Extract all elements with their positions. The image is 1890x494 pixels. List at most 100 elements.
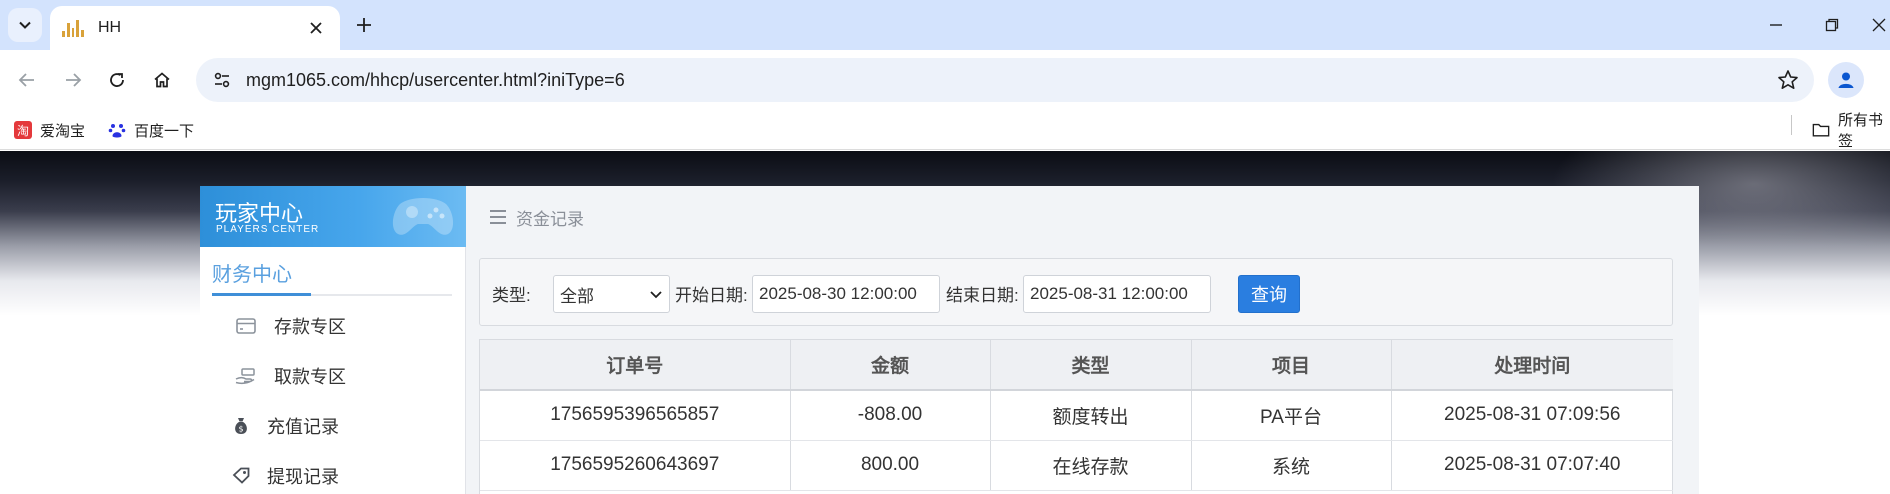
bookmark-star-button[interactable] (1776, 68, 1800, 92)
close-icon (310, 22, 322, 34)
close-window-button[interactable] (1872, 12, 1890, 38)
sidebar: 玩家中心 PLAYERS CENTER 财务中心 存款专区 取款专区 $ 充值记… (200, 186, 466, 494)
cell-order-no: 1756595396565857 (480, 390, 791, 441)
profile-button[interactable] (1828, 62, 1864, 98)
address-bar[interactable]: mgm1065.com/hhcp/usercenter.html?iniType… (196, 58, 1814, 102)
restore-button[interactable] (1818, 12, 1846, 38)
tune-icon (214, 72, 230, 88)
close-tab-button[interactable] (306, 18, 326, 38)
cell-item: PA平台 (1191, 390, 1392, 441)
chevron-down-icon (19, 21, 31, 29)
bookmark-label: 百度一下 (134, 122, 195, 140)
column-header-amount: 金额 (790, 340, 991, 391)
bookmark-label: 爱淘宝 (40, 122, 86, 140)
cell-amount: 800.00 (790, 440, 991, 491)
start-date-input[interactable] (752, 275, 940, 313)
sidebar-item-withdraw-records[interactable]: 提现记录 (200, 456, 466, 494)
tag-icon (229, 464, 253, 488)
new-tab-button[interactable] (350, 11, 378, 39)
sidebar-item-label: 充值记录 (267, 417, 339, 437)
close-window-icon (1872, 18, 1886, 32)
baidu-paw-icon (108, 121, 126, 139)
all-bookmarks-button[interactable]: 所有书签 (1812, 112, 1890, 150)
cell-amount: -808.00 (790, 390, 991, 441)
cell-item: 系统 (1191, 440, 1392, 491)
records-table-container: 订单号 金额 类型 项目 处理时间 1756595396565857 -808.… (479, 339, 1673, 494)
bookmark-baidu[interactable]: 百度一下 (108, 118, 194, 142)
url-text: mgm1065.com/hhcp/usercenter.html?iniType… (246, 69, 625, 90)
sidebar-item-label: 取款专区 (274, 367, 346, 387)
page-viewport: 玩家中心 PLAYERS CENTER 财务中心 存款专区 取款专区 $ 充值记… (0, 151, 1890, 494)
type-select-value: 全部 (560, 286, 594, 306)
column-header-type: 类型 (990, 340, 1192, 391)
table-row: 1756595260643697 800.00 在线存款 系统 2025-08-… (480, 440, 1673, 491)
cell-order-no: 1756595260643697 (480, 440, 791, 491)
sidebar-item-label: 存款专区 (274, 317, 346, 337)
cell-type: 在线存款 (990, 440, 1192, 491)
all-bookmarks-label: 所有书签 (1838, 112, 1884, 150)
minimize-icon (1770, 24, 1782, 26)
sidebar-section-finance[interactable]: 财务中心 (212, 258, 292, 287)
svg-text:$: $ (238, 425, 243, 434)
svg-text:淘: 淘 (17, 124, 29, 138)
cell-time: 2025-08-31 07:07:40 (1391, 440, 1673, 491)
minimize-button[interactable] (1762, 12, 1790, 38)
sidebar-subtitle: PLAYERS CENTER (216, 224, 320, 235)
tab-title: HH (98, 19, 122, 36)
site-favicon-icon (62, 19, 84, 37)
bookmarks-separator (1791, 115, 1792, 135)
site-info-button[interactable] (200, 58, 244, 102)
main-content: 资金记录 类型: 全部 开始日期: 结束日期: 查询 订单号 (466, 186, 1699, 494)
aitaobao-icon: 淘 (14, 121, 32, 139)
column-header-item: 项目 (1191, 340, 1392, 391)
table-header-row: 订单号 金额 类型 项目 处理时间 (480, 340, 1673, 391)
filter-bar: 类型: 全部 开始日期: 结束日期: 查询 (479, 258, 1673, 326)
column-header-time: 处理时间 (1391, 340, 1673, 391)
type-select[interactable]: 全部 (553, 275, 670, 313)
back-button[interactable] (10, 63, 44, 97)
type-label: 类型: (492, 286, 531, 305)
star-icon (1778, 70, 1798, 89)
menu-icon (490, 210, 506, 224)
records-table: 订单号 金额 类型 项目 处理时间 1756595396565857 -808.… (480, 340, 1673, 491)
end-date-input[interactable] (1023, 275, 1211, 313)
chevron-down-icon (650, 291, 662, 299)
sidebar-item-withdraw[interactable]: 取款专区 (200, 356, 466, 396)
withdraw-hand-icon (234, 364, 258, 388)
arrow-right-icon (66, 73, 82, 87)
deposit-card-icon (234, 314, 258, 338)
forward-button[interactable] (56, 63, 90, 97)
user-center-panel: 玩家中心 PLAYERS CENTER 财务中心 存款专区 取款专区 $ 充值记… (200, 186, 1699, 494)
query-button[interactable]: 查询 (1238, 275, 1300, 313)
column-header-order-no: 订单号 (480, 340, 791, 391)
sidebar-item-label: 提现记录 (267, 467, 339, 487)
arrow-left-icon (18, 73, 34, 87)
section-active-indicator (212, 293, 311, 296)
folder-icon (1812, 121, 1830, 139)
cell-time: 2025-08-31 07:09:56 (1391, 390, 1673, 441)
cell-type: 额度转出 (990, 390, 1192, 441)
tab-search-button[interactable] (8, 8, 42, 42)
home-icon (154, 72, 170, 88)
breadcrumb-title: 资金记录 (516, 209, 584, 229)
gamepad-icon (392, 198, 454, 235)
reload-icon (110, 73, 124, 87)
reload-button[interactable] (100, 63, 134, 97)
plus-icon (357, 18, 371, 32)
tab-strip: HH (0, 0, 1890, 50)
restore-icon (1825, 18, 1839, 32)
money-bag-icon: $ (229, 414, 253, 438)
browser-tab[interactable]: HH (50, 6, 340, 50)
players-center-banner: 玩家中心 PLAYERS CENTER (200, 186, 466, 247)
sidebar-item-deposit[interactable]: 存款专区 (200, 306, 466, 346)
avatar-icon (1838, 72, 1854, 88)
end-date-label: 结束日期: (946, 286, 1019, 305)
browser-toolbar: mgm1065.com/hhcp/usercenter.html?iniType… (0, 50, 1890, 110)
home-button[interactable] (145, 63, 179, 97)
sidebar-item-recharge-records[interactable]: $ 充值记录 (200, 406, 466, 446)
table-row: 1756595396565857 -808.00 额度转出 PA平台 2025-… (480, 390, 1673, 441)
breadcrumb: 资金记录 (490, 204, 584, 230)
bookmarks-bar: 淘 爱淘宝 百度一下 所有书签 (0, 110, 1890, 150)
bookmark-aitaobao[interactable]: 淘 爱淘宝 (14, 118, 85, 142)
start-date-label: 开始日期: (675, 286, 748, 305)
